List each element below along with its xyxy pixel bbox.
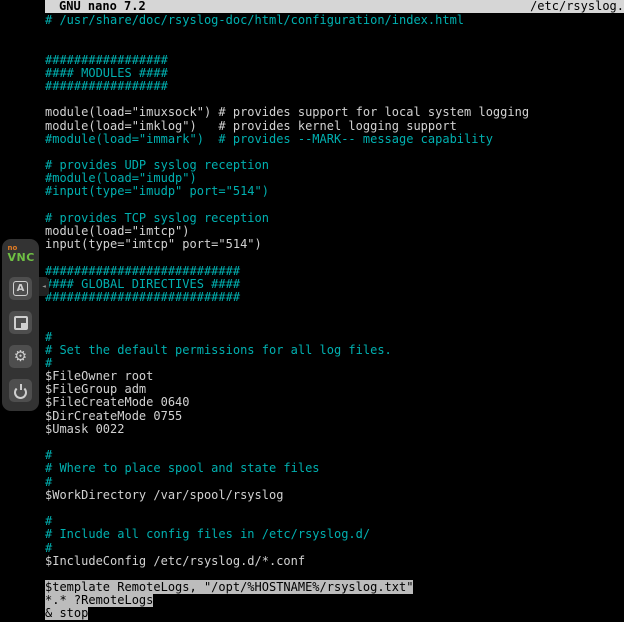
disconnect-button[interactable] <box>9 379 32 402</box>
novnc-logo-vnc: VNC <box>8 252 35 263</box>
editor-line: #input(type="imudp" port="514") <box>45 185 624 198</box>
editor-line: $WorkDirectory /var/spool/rsyslog <box>45 489 624 502</box>
extra-keys-button[interactable]: A <box>9 277 32 300</box>
editor-line: $DirCreateMode 0755 <box>45 410 624 423</box>
novnc-toolbar: no VNC ◄ A ⚙ <box>2 239 39 411</box>
toolbar-collapse-handle[interactable]: ◄ <box>39 277 49 296</box>
nano-terminal[interactable]: GNU nano 7.2 /etc/rsyslog. # /usr/share/… <box>45 0 624 622</box>
nano-filename: /etc/rsyslog. <box>530 0 624 13</box>
editor-line: #module(load="immark") # provides --MARK… <box>45 133 624 146</box>
editor-body[interactable]: # /usr/share/doc/rsyslog-doc/html/config… <box>45 13 624 621</box>
settings-button[interactable]: ⚙ <box>9 345 32 368</box>
editor-line: & stop <box>45 607 624 620</box>
editor-line <box>45 317 624 330</box>
chevron-left-icon: ◄ <box>42 283 46 290</box>
screen: GNU nano 7.2 /etc/rsyslog. # /usr/share/… <box>0 0 624 622</box>
nano-version: GNU nano 7.2 <box>45 0 146 13</box>
editor-line <box>45 502 624 515</box>
editor-line: ################# <box>45 80 624 93</box>
editor-line <box>45 436 624 449</box>
editor-line: $IncludeConfig /etc/rsyslog.d/*.conf <box>45 555 624 568</box>
novnc-logo: no VNC <box>5 242 37 266</box>
nano-titlebar: GNU nano 7.2 /etc/rsyslog. <box>45 0 624 13</box>
editor-line: # Include all config files in /etc/rsysl… <box>45 528 624 541</box>
fullscreen-icon <box>14 316 28 330</box>
editor-line <box>45 27 624 40</box>
editor-line: $Umask 0022 <box>45 423 624 436</box>
power-icon <box>14 384 27 398</box>
editor-line: input(type="imtcp" port="514") <box>45 238 624 251</box>
keyboard-key-a-icon: A <box>13 281 28 296</box>
editor-line: # Where to place spool and state files <box>45 462 624 475</box>
editor-line: # /usr/share/doc/rsyslog-doc/html/config… <box>45 14 624 27</box>
fullscreen-button[interactable] <box>9 311 32 334</box>
editor-line: *.* ?RemoteLogs <box>45 594 624 607</box>
editor-line <box>45 304 624 317</box>
editor-line: # Set the default permissions for all lo… <box>45 344 624 357</box>
gear-icon: ⚙ <box>14 349 27 364</box>
editor-line: ########################### <box>45 291 624 304</box>
